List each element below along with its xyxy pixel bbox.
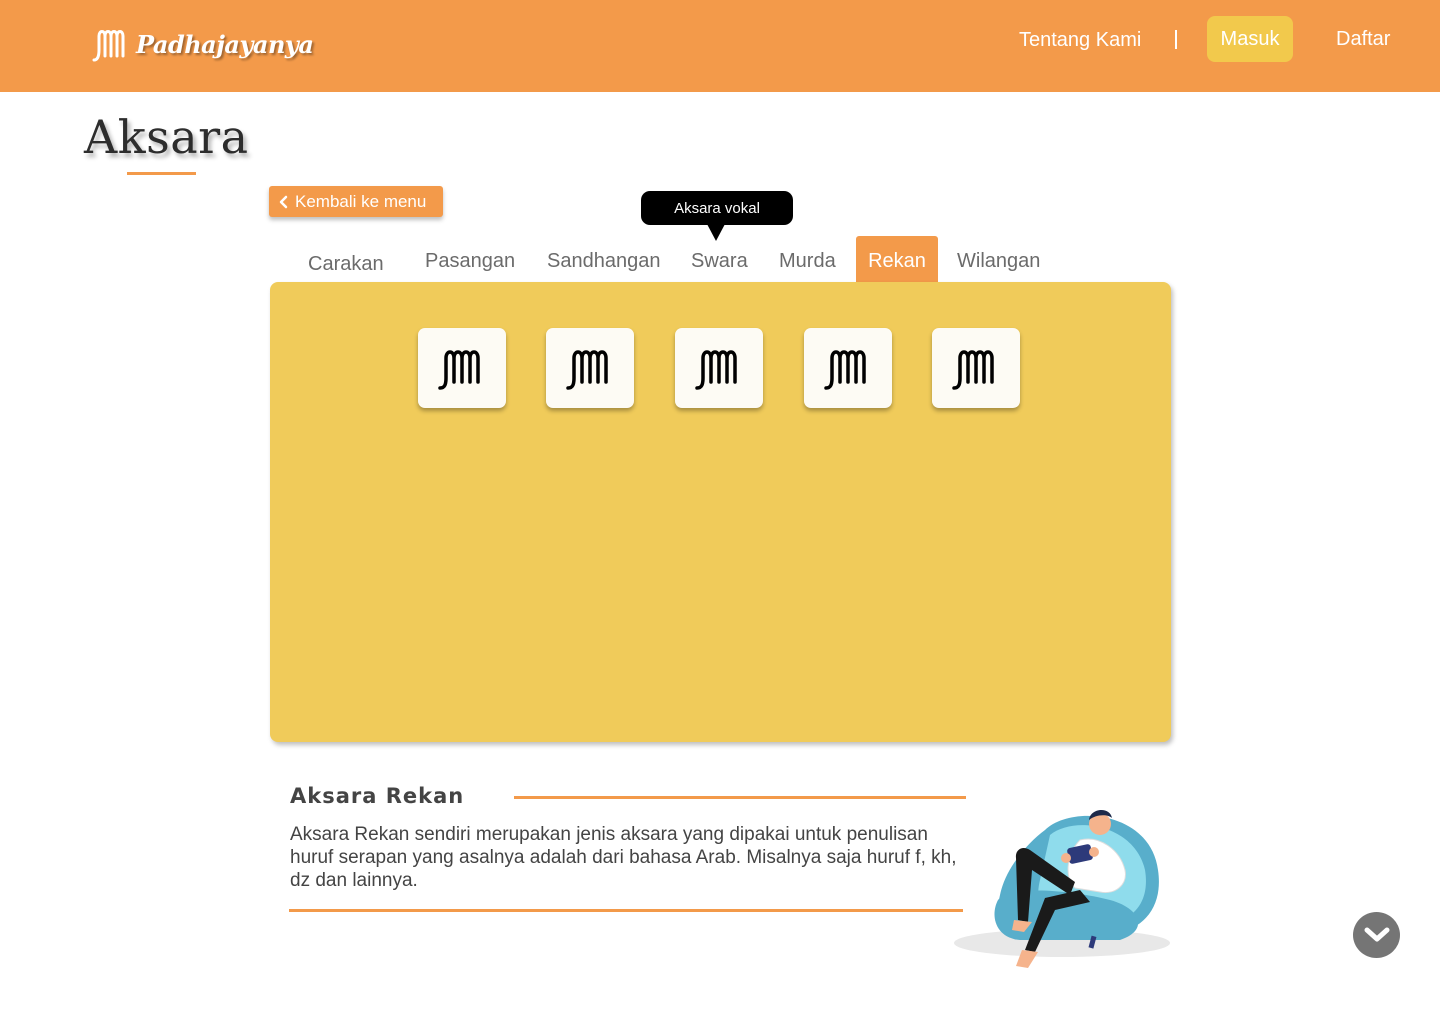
brand-logo[interactable]: Padhajayanya: [90, 24, 314, 64]
javanese-glyph-icon: [695, 350, 737, 390]
tooltip: Aksara vokal: [641, 191, 793, 225]
logo-glyph-icon: [92, 30, 125, 62]
brand-name: Padhajayanya: [136, 29, 314, 59]
login-button[interactable]: Masuk: [1207, 16, 1293, 62]
title-underline: [127, 172, 196, 175]
nav-divider: [1175, 30, 1177, 49]
tooltip-arrow: [707, 224, 725, 241]
description-body: Aksara Rekan sendiri merupakan jenis aks…: [290, 824, 957, 891]
javanese-glyph-icon: [438, 350, 480, 390]
back-button-label: Kembali ke menu: [295, 191, 427, 211]
tab-murda[interactable]: Murda: [779, 250, 836, 273]
nav-about-link[interactable]: Tentang Kami: [1019, 29, 1141, 52]
description-divider-bottom: [289, 909, 963, 912]
aksara-card[interactable]: [675, 328, 763, 408]
aksara-card[interactable]: [804, 328, 892, 408]
javanese-glyph-icon: [952, 350, 994, 390]
tab-sandhangan[interactable]: Sandhangan: [547, 250, 660, 273]
person-reading-illustration: [954, 809, 1170, 968]
tab-rekan[interactable]: Rekan: [856, 236, 938, 284]
back-to-menu-button[interactable]: Kembali ke menu: [269, 186, 443, 217]
scroll-down-button[interactable]: [1353, 912, 1400, 958]
aksara-panel: [270, 282, 1171, 742]
register-link[interactable]: Daftar: [1336, 28, 1390, 51]
tab-carakan[interactable]: Carakan: [308, 253, 384, 276]
tab-wilangan[interactable]: Wilangan: [957, 250, 1040, 273]
chevron-down-icon: [1364, 927, 1389, 942]
page-title: Aksara: [84, 110, 249, 164]
javanese-glyph-icon: [566, 350, 608, 390]
description-title: Aksara Rekan: [290, 784, 465, 808]
description-divider-top: [514, 796, 966, 799]
aksara-card[interactable]: [418, 328, 506, 408]
aksara-card[interactable]: [932, 328, 1020, 408]
tab-pasangan[interactable]: Pasangan: [425, 250, 515, 273]
header: Padhajayanya Tentang Kami Masuk Daftar: [0, 0, 1440, 92]
chevron-left-icon: [279, 195, 288, 208]
javanese-glyph-icon: [824, 350, 866, 390]
aksara-card[interactable]: [546, 328, 634, 408]
tab-swara[interactable]: Swara: [691, 250, 748, 273]
